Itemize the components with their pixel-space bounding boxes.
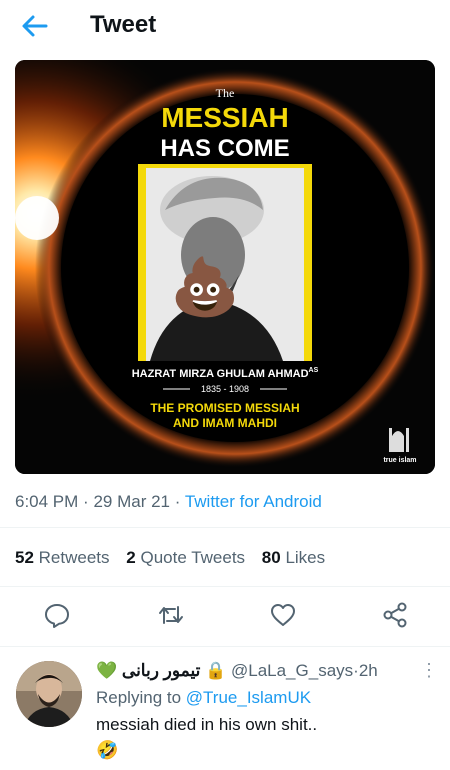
lock-icon: 🔒	[205, 661, 227, 680]
tweet-image[interactable]: The MESSIAH HAS COME 💩 HAZRAT MIRZA GHUL…	[15, 60, 435, 474]
replying-mention[interactable]: @True_IslamUK	[186, 688, 311, 707]
share-icon[interactable]	[380, 600, 410, 630]
poster-subtitle-1: THE PROMISED MESSIAH	[150, 401, 299, 415]
retweets-stat[interactable]: 52 Retweets	[15, 548, 110, 567]
reply-age: 2h	[358, 661, 378, 680]
quotes-count: 2	[126, 548, 136, 567]
meta-separator: ·	[174, 492, 181, 511]
tweet-actions	[0, 600, 450, 634]
poster-the: The	[216, 86, 235, 100]
poster-years: 1835 - 1908	[201, 384, 249, 394]
reply-header: 💚 تیمور ربانی 🔒 @LaLa_G_says·2h	[96, 661, 378, 681]
replying-prefix: Replying to	[96, 688, 182, 707]
more-options-icon[interactable]: ⋮	[420, 660, 438, 681]
poster-name-sup: AS	[309, 367, 319, 374]
divider	[0, 586, 450, 587]
retweets-count: 52	[15, 548, 34, 567]
retweets-label: Retweets	[38, 548, 110, 567]
reply-tweet[interactable]: 💚 تیمور ربانی 🔒 @LaLa_G_says·2h ⋮ Replyi…	[0, 648, 450, 770]
likes-stat[interactable]: 80 Likes	[262, 548, 325, 567]
poster-headline-2: HAS COME	[160, 135, 289, 162]
reply-text: messiah died in his own shit..	[96, 715, 318, 734]
tweet-time: 6:04 PM	[15, 492, 79, 511]
tweet-source[interactable]: Twitter for Android	[185, 492, 322, 511]
divider	[0, 527, 450, 528]
green-heart-icon: 💚	[96, 661, 118, 680]
quote-tweets-stat[interactable]: 2 Quote Tweets	[126, 548, 245, 567]
tweet-stats: 52 Retweets 2 Quote Tweets 80 Likes	[15, 548, 325, 568]
poster-headline-1: MESSIAH	[161, 102, 289, 133]
divider	[0, 646, 450, 647]
avatar[interactable]	[16, 661, 82, 727]
top-bar: Tweet	[0, 0, 450, 54]
tweet-date: 29 Mar 21	[93, 492, 170, 511]
likes-count: 80	[261, 548, 281, 567]
replying-to: Replying to @True_IslamUK	[96, 688, 311, 708]
quotes-label: Quote Tweets	[140, 548, 246, 567]
like-icon[interactable]	[268, 600, 298, 630]
retweet-icon[interactable]	[156, 600, 186, 630]
reply-handle[interactable]: @LaLa_G_says	[231, 661, 353, 680]
reply-display-name[interactable]: تیمور ربانی	[122, 661, 200, 680]
laughing-emoji: 🤣	[96, 740, 119, 760]
arrow-left-icon[interactable]	[20, 12, 50, 40]
poster-subtitle-2: AND IMAM MAHDI	[173, 416, 277, 430]
tweet-meta: 6:04 PM · 29 Mar 21 · Twitter for Androi…	[15, 492, 322, 512]
poop-emoji: 💩	[170, 255, 240, 319]
reply-icon[interactable]	[42, 600, 72, 630]
page-title: Tweet	[90, 11, 157, 38]
meta-separator: ·	[83, 492, 89, 511]
likes-label: Likes	[285, 548, 326, 567]
poster-name: HAZRAT MIRZA GHULAM AHMAD	[132, 368, 309, 380]
logo-text: true islam	[383, 457, 416, 464]
svg-text:HAZRAT MIRZA GHULAM AHMADAS: HAZRAT MIRZA GHULAM AHMADAS	[132, 367, 319, 380]
